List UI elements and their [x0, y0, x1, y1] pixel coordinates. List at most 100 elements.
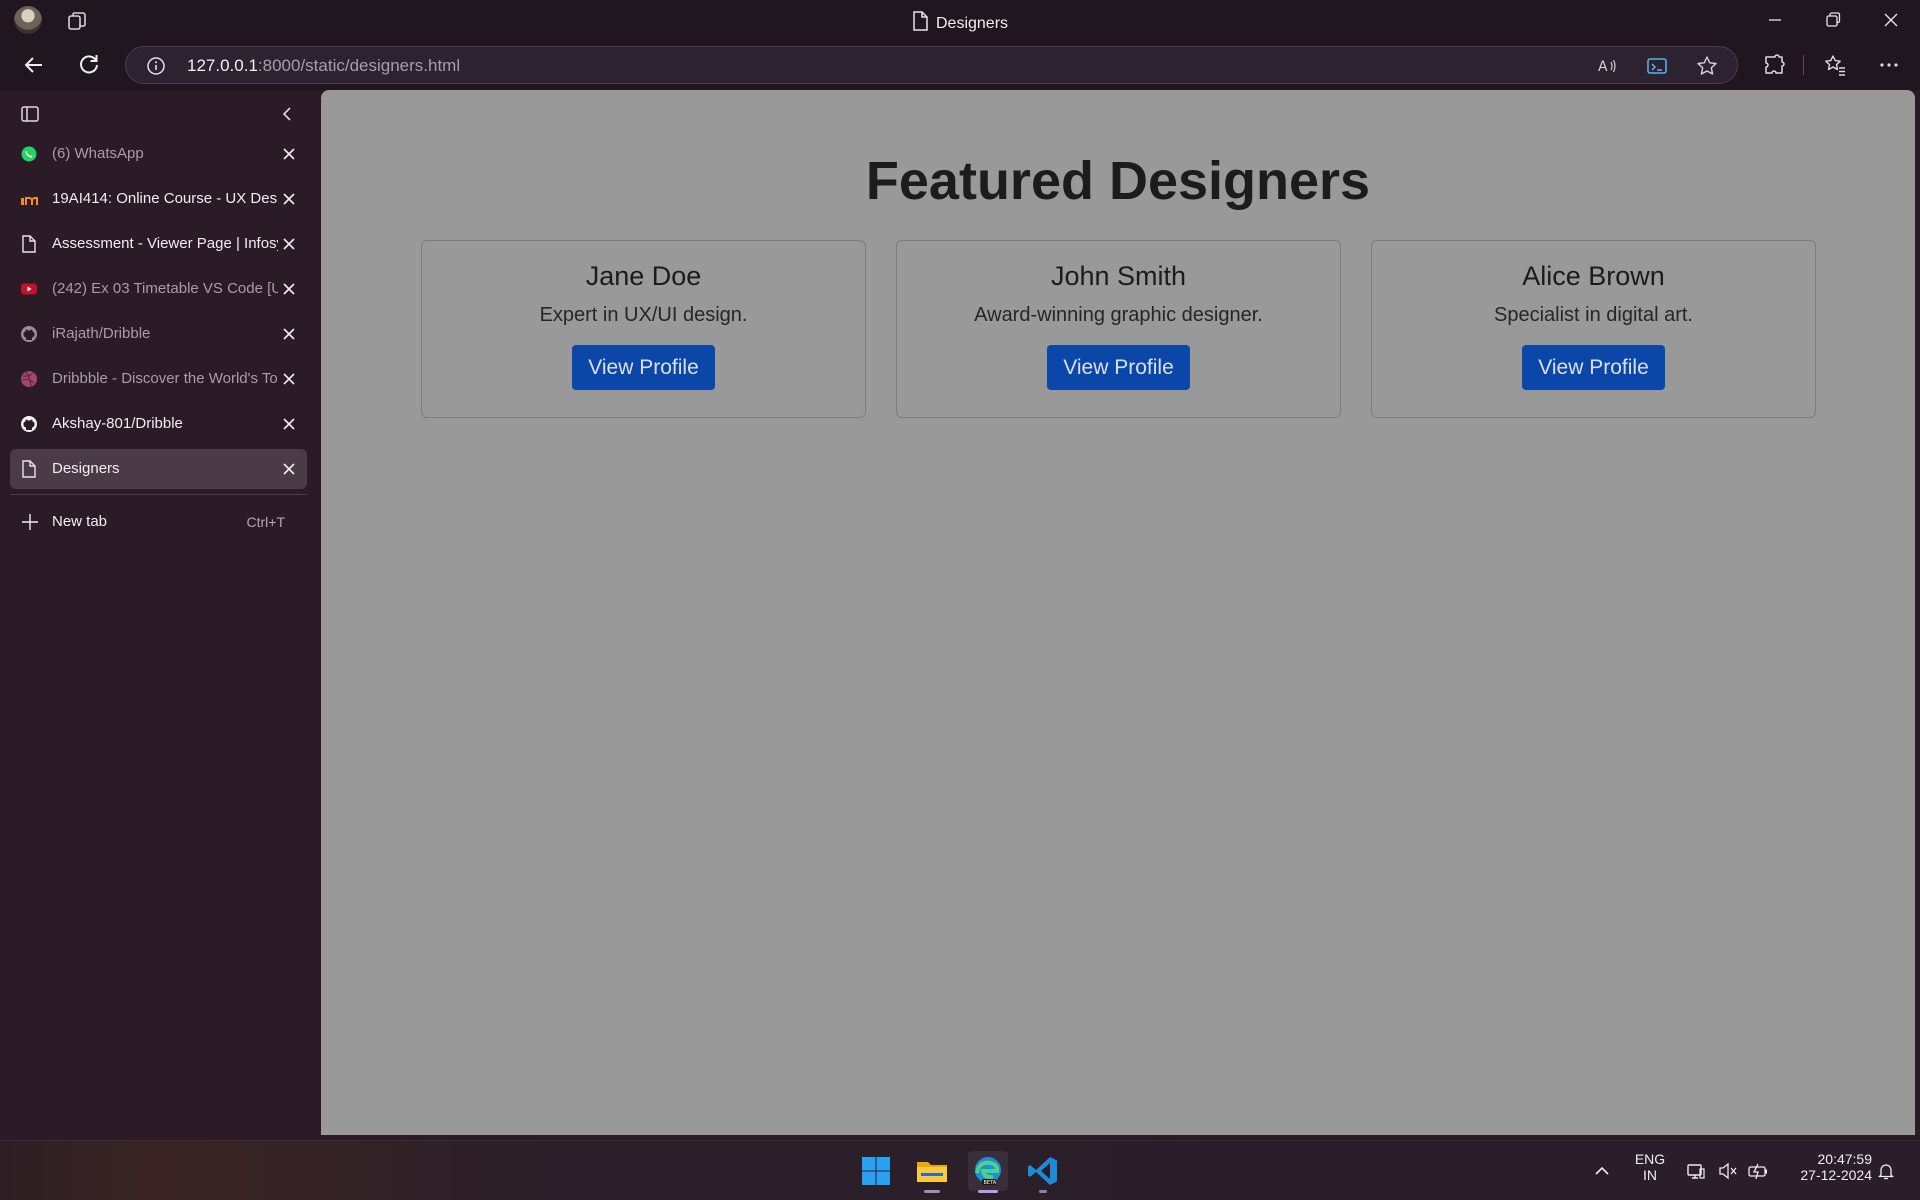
close-tab-icon[interactable] [281, 236, 297, 252]
windows-logo-icon [862, 1157, 890, 1185]
infosys-icon [21, 197, 38, 205]
page-icon [22, 235, 36, 253]
designer-card: Jane Doe Expert in UX/UI design. View Pr… [421, 240, 866, 418]
back-arrow-icon[interactable] [20, 51, 48, 79]
close-tab-icon[interactable] [281, 461, 297, 477]
new-tab-shortcut: Ctrl+T [246, 514, 286, 530]
close-tab-icon[interactable] [281, 191, 297, 207]
youtube-icon [21, 283, 37, 295]
tab-label: 19AI414: Online Course - UX Design [52, 190, 278, 207]
tab-label: Dribbble - Discover the World's Top [52, 370, 278, 387]
designer-card: Alice Brown Specialist in digital art. V… [1371, 240, 1816, 418]
designer-description: Award-winning graphic designer. [974, 304, 1263, 326]
new-tab-button[interactable]: New tab Ctrl+T [10, 502, 307, 542]
notification-bell-icon[interactable] [1876, 1161, 1896, 1181]
clock[interactable]: 20:47:59 27-12-2024 [1782, 1151, 1872, 1183]
tab-dribbble[interactable]: Dribbble - Discover the World's Top [10, 359, 307, 399]
minimize-icon[interactable] [1763, 8, 1787, 32]
close-tab-icon[interactable] [281, 416, 297, 432]
svg-text:A: A [1598, 59, 1608, 75]
site-info-icon[interactable] [146, 56, 166, 76]
running-indicator [978, 1190, 998, 1193]
immersive-reader-icon[interactable] [1646, 55, 1668, 77]
github-icon [21, 326, 37, 342]
tab-assessment[interactable]: Assessment - Viewer Page | Infosys [10, 224, 307, 264]
new-tab-label: New tab [52, 513, 108, 530]
tab-label: Akshay-801/Dribble [52, 415, 183, 432]
document-icon [913, 11, 928, 31]
tab-label: Assessment - Viewer Page | Infosys [52, 235, 278, 252]
more-menu-icon[interactable] [1877, 53, 1901, 77]
tab-label: Designers [52, 460, 120, 477]
toolbar-separator [1803, 55, 1804, 75]
read-aloud-icon[interactable]: A [1596, 55, 1618, 77]
page-heading: Featured Designers [865, 151, 1371, 211]
tab-label: (242) Ex 03 Timetable VS Code [UI] [52, 280, 278, 297]
tab-label: iRajath/Dribble [52, 325, 151, 342]
window-title: Designers [0, 11, 1920, 33]
tab-online-course[interactable]: 19AI414: Online Course - UX Design [10, 179, 307, 219]
navigation-bar: 127.0.0.1:8000/static/designers.html A [0, 40, 1920, 90]
designer-description: Specialist in digital art. [1494, 304, 1693, 326]
file-explorer-button[interactable] [912, 1151, 952, 1193]
language-code: ENG [1634, 1151, 1666, 1167]
designer-description: Expert in UX/UI design. [539, 304, 748, 326]
refresh-icon[interactable] [75, 51, 103, 79]
view-profile-button[interactable]: View Profile [572, 345, 715, 390]
close-tab-icon[interactable] [281, 326, 297, 342]
region-code: IN [1643, 1167, 1657, 1183]
taskbar: BETA ENG IN 20:47:59 27-12-2024 [0, 1140, 1920, 1200]
tab-youtube[interactable]: (242) Ex 03 Timetable VS Code [UI] [10, 269, 307, 309]
vertical-tabs-sidebar: (6) WhatsApp 19AI414: Online Course - UX… [0, 90, 320, 1140]
vscode-button[interactable] [1023, 1151, 1063, 1193]
running-indicator [924, 1190, 940, 1193]
designer-name: John Smith [1050, 261, 1187, 291]
network-icon[interactable] [1686, 1161, 1706, 1181]
window-title-text: Designers [935, 15, 1009, 32]
collapse-pane-chevron-icon[interactable] [279, 104, 295, 124]
clock-time: 20:47:59 [1817, 1151, 1873, 1167]
whatsapp-icon [21, 146, 37, 162]
plus-icon [22, 514, 38, 530]
dribbble-icon [21, 371, 37, 388]
view-profile-button[interactable]: View Profile [1047, 345, 1190, 390]
battery-charging-icon[interactable] [1748, 1161, 1768, 1181]
tab-irajath-dribble[interactable]: iRajath/Dribble [10, 314, 307, 354]
language-indicator[interactable]: ENG IN [1628, 1151, 1672, 1183]
restore-icon[interactable] [1821, 8, 1845, 32]
vscode-icon [1028, 1157, 1057, 1185]
close-tab-icon[interactable] [281, 371, 297, 387]
view-profile-button[interactable]: View Profile [1522, 345, 1665, 390]
edge-beta-button[interactable]: BETA [968, 1151, 1008, 1193]
tab-akshay-dribble[interactable]: Akshay-801/Dribble [10, 404, 307, 444]
designer-name: Jane Doe [585, 261, 702, 291]
extensions-icon[interactable] [1762, 53, 1786, 77]
url-text[interactable]: 127.0.0.1:8000/static/designers.html [187, 56, 460, 76]
edge-beta-icon: BETA [975, 1157, 1001, 1186]
close-tab-icon[interactable] [281, 281, 297, 297]
page-icon [22, 460, 36, 478]
page-viewport: Featured Designers Jane Doe Expert in UX… [321, 90, 1915, 1135]
tab-divider [10, 494, 307, 495]
tab-designers-active[interactable]: Designers [10, 449, 307, 489]
favorite-star-icon[interactable] [1696, 55, 1718, 77]
start-button[interactable] [856, 1151, 896, 1191]
running-indicator [1039, 1190, 1047, 1193]
address-bar[interactable]: 127.0.0.1:8000/static/designers.html A [125, 46, 1738, 84]
favorites-icon[interactable] [1823, 53, 1847, 77]
designer-name: Alice Brown [1522, 261, 1665, 291]
url-host: 127.0.0.1 [187, 56, 258, 75]
folder-icon [917, 1162, 947, 1182]
tab-actions-icon[interactable] [20, 104, 40, 124]
github-icon [21, 416, 37, 432]
close-window-icon[interactable] [1879, 8, 1903, 32]
show-hidden-icons-chevron-icon[interactable] [1592, 1161, 1612, 1181]
tab-whatsapp[interactable]: (6) WhatsApp [10, 134, 307, 174]
title-bar: Designers [0, 0, 1920, 40]
url-path: :8000/static/designers.html [257, 56, 461, 75]
volume-muted-icon[interactable] [1718, 1161, 1738, 1181]
designer-card: John Smith Award-winning graphic designe… [896, 240, 1341, 418]
svg-text:BETA: BETA [984, 1180, 997, 1186]
tab-label: (6) WhatsApp [52, 145, 144, 162]
close-tab-icon[interactable] [281, 146, 297, 162]
